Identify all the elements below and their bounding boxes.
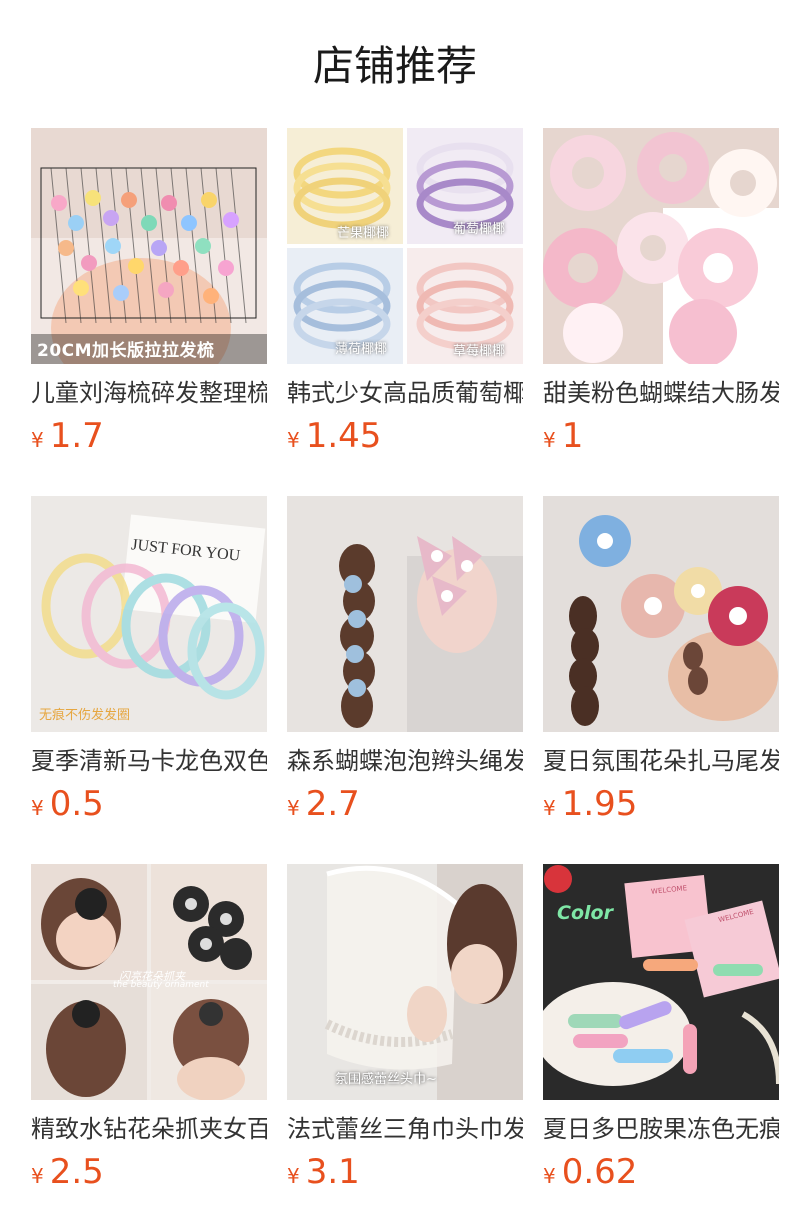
product-price: ¥2.7 xyxy=(287,784,360,824)
product-name: 夏日多巴胺果冻色无痕 xyxy=(543,1115,779,1143)
price-value: 1.95 xyxy=(561,784,638,824)
variant-label: 葡萄椰椰 xyxy=(453,222,506,237)
product-name: 夏日氛围花朵扎马尾发 xyxy=(543,747,779,775)
price-value: 1.7 xyxy=(49,416,104,456)
product-card[interactable]: 夏日氛围花朵扎马尾发 ¥1.95 xyxy=(543,496,779,864)
currency-symbol: ¥ xyxy=(31,428,44,452)
currency-symbol: ¥ xyxy=(543,428,556,452)
product-card[interactable]: 20CM加长版拉拉发梳 儿童刘海梳碎发整理梳 ¥1.7 xyxy=(31,128,267,496)
product-card[interactable]: 森系蝴蝶泡泡辫头绳发 ¥2.7 xyxy=(287,496,523,864)
price-value: 0.62 xyxy=(561,1152,638,1192)
product-price: ¥1 xyxy=(543,416,583,456)
price-value: 1.45 xyxy=(305,416,382,456)
variant-label: 芒果椰椰 xyxy=(337,226,390,241)
image-caption: 无痕不伤发发圈 xyxy=(39,708,131,723)
product-card[interactable]: 芒果椰椰 葡萄椰椰 薄荷椰椰 草莓椰椰 韩式少女高品质葡萄椰椰 ¥1.45 xyxy=(287,128,523,496)
variant-label: 薄荷椰椰 xyxy=(335,342,388,357)
product-price: ¥1.95 xyxy=(543,784,637,824)
product-name: 夏季清新马卡龙色双色 xyxy=(31,747,267,775)
product-price: ¥0.5 xyxy=(31,784,104,824)
product-price: ¥2.5 xyxy=(31,1152,104,1192)
image-caption: Color xyxy=(557,902,613,924)
currency-symbol: ¥ xyxy=(287,1164,300,1188)
hair-comb-image: 20CM加长版拉拉发梳 xyxy=(31,128,267,364)
price-value: 2.7 xyxy=(305,784,360,824)
product-card[interactable]: JUST FOR YOU 无痕不伤发发圈 夏季清新马卡龙色双色 ¥0.5 xyxy=(31,496,267,864)
butterfly-hair-ties-image xyxy=(287,496,523,732)
product-name: 精致水钻花朵抓夹女百 xyxy=(31,1115,267,1143)
product-name: 森系蝴蝶泡泡辫头绳发 xyxy=(287,747,523,775)
product-name: 儿童刘海梳碎发整理梳 xyxy=(31,379,267,407)
product-name: 韩式少女高品质葡萄椰椰 xyxy=(287,379,523,407)
pink-scrunchies-image xyxy=(543,128,779,364)
product-price: ¥1.7 xyxy=(31,416,104,456)
currency-symbol: ¥ xyxy=(543,796,556,820)
currency-symbol: ¥ xyxy=(287,428,300,452)
variant-label: 草莓椰椰 xyxy=(453,344,506,359)
image-subcaption: the beauty ornament xyxy=(113,980,209,990)
product-price: ¥1.45 xyxy=(287,416,381,456)
product-grid: 20CM加长版拉拉发梳 儿童刘海梳碎发整理梳 ¥1.7 芒果椰椰 葡萄椰椰 薄荷… xyxy=(31,128,779,1232)
product-card[interactable]: 氛围感蕾丝头巾~ 法式蕾丝三角巾头巾发 ¥3.1 xyxy=(287,864,523,1232)
flower-hair-ties-image xyxy=(543,496,779,732)
product-price: ¥0.62 xyxy=(543,1152,637,1192)
lace-headscarf-image: 氛围感蕾丝头巾~ xyxy=(287,864,523,1100)
currency-symbol: ¥ xyxy=(31,796,44,820)
price-value: 2.5 xyxy=(49,1152,104,1192)
rhinestone-flower-claw-image: 闪亮花朵抓夹 the beauty ornament xyxy=(31,864,267,1100)
product-card[interactable]: 闪亮花朵抓夹 the beauty ornament 精致水钻花朵抓夹女百 ¥2… xyxy=(31,864,267,1232)
product-name: 甜美粉色蝴蝶结大肠发圈 xyxy=(543,379,779,407)
page-title: 店铺推荐 xyxy=(313,42,477,90)
price-value: 0.5 xyxy=(49,784,104,824)
image-caption: 氛围感蕾丝头巾~ xyxy=(335,1072,437,1087)
currency-symbol: ¥ xyxy=(31,1164,44,1188)
product-name: 法式蕾丝三角巾头巾发 xyxy=(287,1115,523,1143)
currency-symbol: ¥ xyxy=(543,1164,556,1188)
product-card[interactable]: 甜美粉色蝴蝶结大肠发圈 ¥1 xyxy=(543,128,779,496)
image-caption: 20CM加长版拉拉发梳 xyxy=(37,341,215,361)
jelly-hair-clips-image: Color WELCOME WELCOME xyxy=(543,864,779,1100)
price-value: 3.1 xyxy=(305,1152,360,1192)
currency-symbol: ¥ xyxy=(287,796,300,820)
coil-hair-ties-image: 芒果椰椰 葡萄椰椰 薄荷椰椰 草莓椰椰 xyxy=(287,128,523,364)
product-price: ¥3.1 xyxy=(287,1152,360,1192)
price-value: 1 xyxy=(561,416,584,456)
macaron-hair-ties-image: JUST FOR YOU 无痕不伤发发圈 xyxy=(31,496,267,732)
product-card[interactable]: Color WELCOME WELCOME 夏日多巴胺果冻色无痕 ¥0.62 xyxy=(543,864,779,1232)
